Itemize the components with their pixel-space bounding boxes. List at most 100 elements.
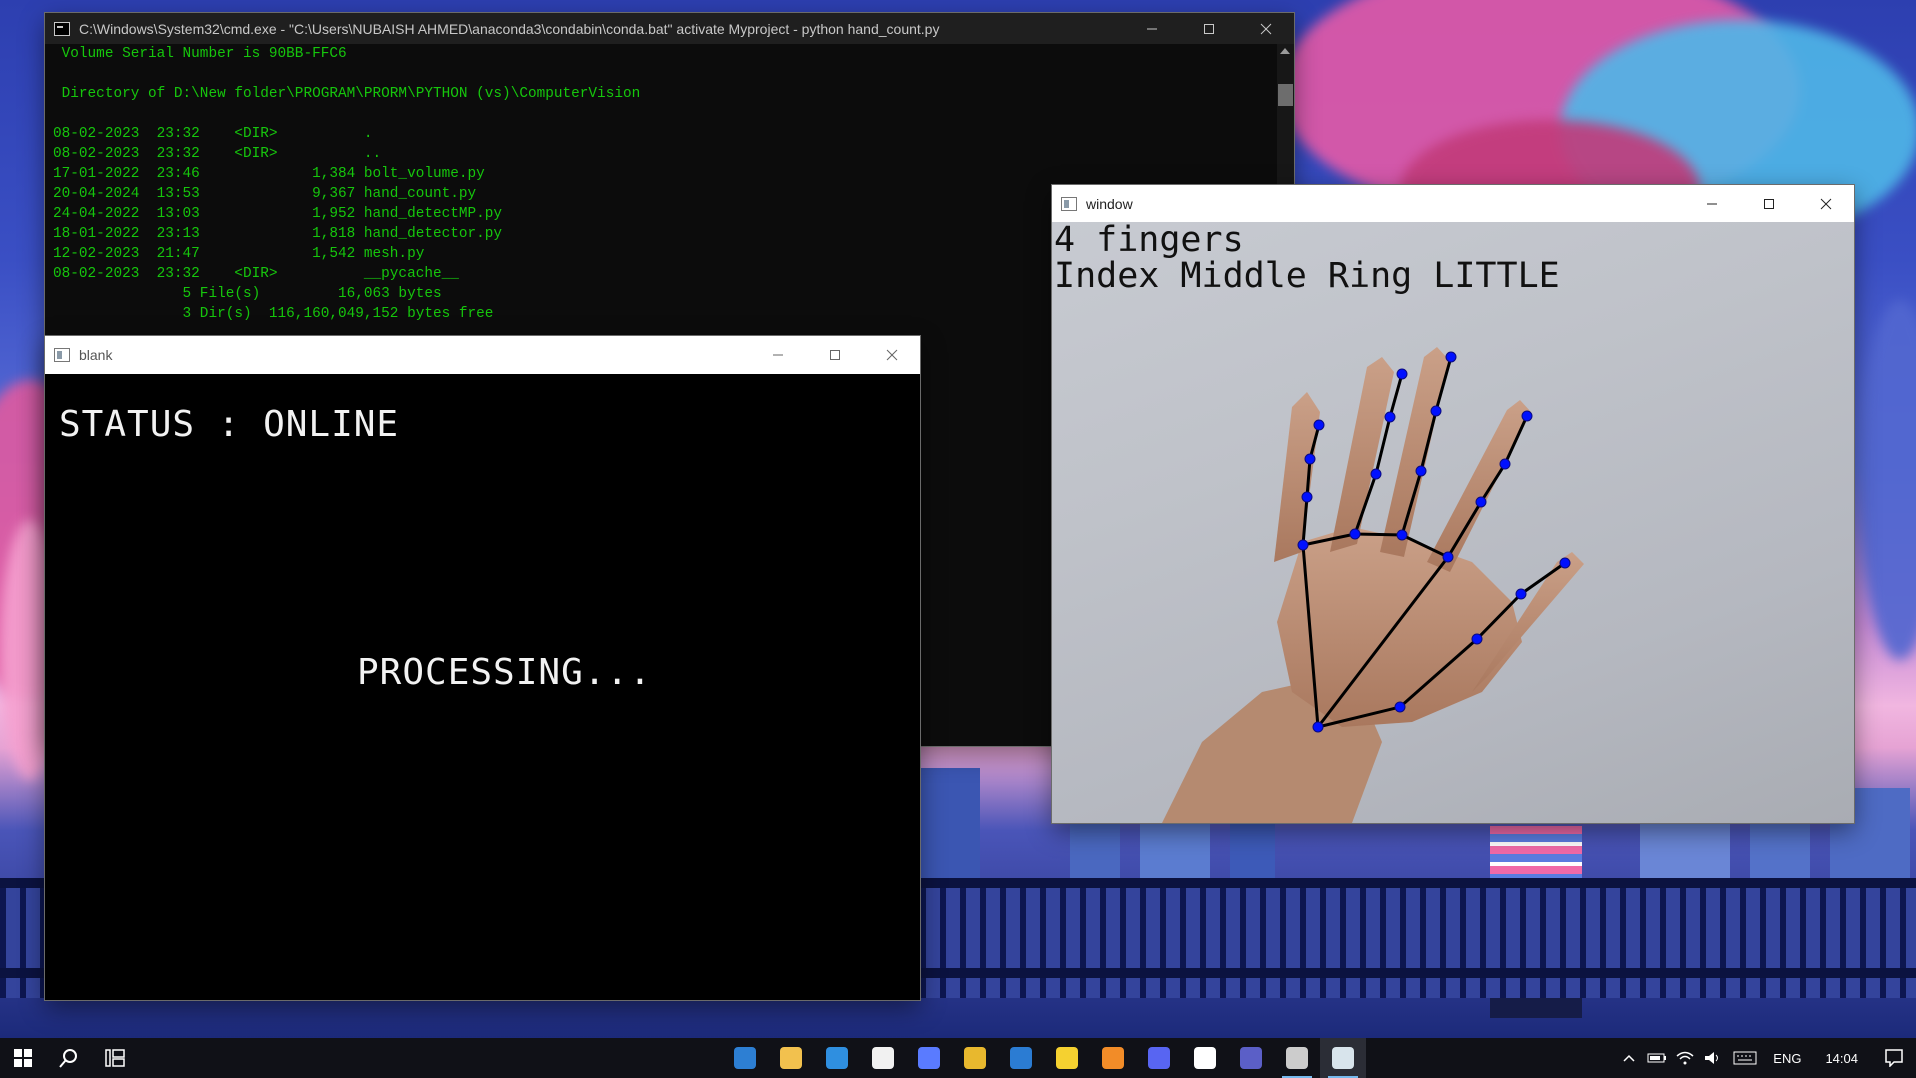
close-button[interactable] bbox=[863, 336, 920, 374]
hand-landmark-point bbox=[1475, 496, 1487, 508]
show-hidden-icons-button[interactable] bbox=[1615, 1038, 1643, 1078]
blank-titlebar[interactable]: blank bbox=[45, 336, 920, 374]
finger-names-text: Index Middle Ring LITTLE bbox=[1054, 256, 1560, 296]
camera-titlebar[interactable]: window bbox=[1052, 185, 1854, 222]
hand-landmark-point bbox=[1430, 405, 1442, 417]
chevron-up-icon bbox=[1623, 1054, 1635, 1062]
maximize-icon bbox=[1763, 198, 1774, 209]
hand-landmark-point bbox=[1313, 419, 1325, 431]
minimize-button[interactable] bbox=[1683, 185, 1740, 222]
close-icon bbox=[886, 349, 897, 361]
minimize-button[interactable] bbox=[1123, 13, 1180, 44]
scroll-up-icon[interactable] bbox=[1280, 48, 1290, 54]
remote-desktop-icon bbox=[734, 1047, 756, 1069]
close-icon bbox=[1260, 23, 1271, 34]
start-button[interactable] bbox=[0, 1038, 46, 1078]
maximize-button[interactable] bbox=[1740, 185, 1797, 222]
chrome-icon bbox=[964, 1047, 986, 1069]
chrome-taskbar-button[interactable] bbox=[952, 1038, 998, 1078]
discord-icon bbox=[1148, 1047, 1170, 1069]
teams-taskbar-button[interactable] bbox=[1228, 1038, 1274, 1078]
search-button[interactable] bbox=[46, 1038, 92, 1078]
battery-icon[interactable] bbox=[1643, 1038, 1671, 1078]
hand-landmark-point bbox=[1301, 491, 1313, 503]
python-window-icon bbox=[1332, 1047, 1354, 1069]
wifi-icon[interactable] bbox=[1671, 1038, 1699, 1078]
mail-icon bbox=[826, 1047, 848, 1069]
hand-landmark-point bbox=[1499, 458, 1511, 470]
hand-landmark-point bbox=[1442, 551, 1454, 563]
xbox-icon bbox=[1194, 1047, 1216, 1069]
notification-icon bbox=[1885, 1049, 1903, 1067]
xbox-taskbar-button[interactable] bbox=[1182, 1038, 1228, 1078]
hand-landmark-point bbox=[1471, 633, 1483, 645]
python-window-icon bbox=[1061, 196, 1077, 211]
command-prompt-taskbar-button[interactable] bbox=[1274, 1038, 1320, 1078]
console-line: 08-02-2023 23:32 <DIR> . bbox=[53, 126, 373, 142]
microsoft-store-icon bbox=[872, 1047, 894, 1069]
console-line: 17-01-2022 23:46 1,384 bolt_volume.py bbox=[53, 166, 485, 182]
photos-taskbar-button[interactable] bbox=[906, 1038, 952, 1078]
console-line: 08-02-2023 23:32 <DIR> .. bbox=[53, 146, 382, 162]
todo-icon bbox=[1010, 1047, 1032, 1069]
maximize-icon bbox=[1203, 23, 1214, 34]
taskbar[interactable]: ENG 14:04 bbox=[0, 1038, 1916, 1078]
python-window-taskbar-button[interactable] bbox=[1320, 1038, 1366, 1078]
command-prompt-titlebar[interactable]: C:\Windows\System32\cmd.exe - "C:\Users\… bbox=[45, 13, 1294, 44]
hand-landmark-point bbox=[1304, 453, 1316, 465]
status-text: STATUS : ONLINE bbox=[59, 404, 400, 445]
todo-taskbar-button[interactable] bbox=[998, 1038, 1044, 1078]
system-tray: ENG 14:04 bbox=[1615, 1038, 1916, 1078]
finger-count-text: 4 fingers bbox=[1054, 222, 1244, 260]
remote-desktop-taskbar-button[interactable] bbox=[722, 1038, 768, 1078]
hand-landmark-point bbox=[1384, 411, 1396, 423]
window-title: blank bbox=[79, 347, 113, 363]
camera-feed: 4 fingers Index Middle Ring LITTLE bbox=[1052, 222, 1854, 823]
keyboard-icon[interactable] bbox=[1727, 1038, 1763, 1078]
blank-canvas: STATUS : ONLINE PROCESSING... bbox=[45, 374, 920, 1000]
console-line: Directory of D:\New folder\PROGRAM\PRORM… bbox=[53, 86, 641, 102]
minimize-icon bbox=[772, 354, 783, 356]
taskbar-apps bbox=[722, 1038, 1366, 1078]
language-indicator[interactable]: ENG bbox=[1763, 1051, 1811, 1066]
window-title: window bbox=[1086, 195, 1133, 212]
volume-icon[interactable] bbox=[1699, 1038, 1727, 1078]
hand-landmark-point bbox=[1396, 529, 1408, 541]
photos-icon bbox=[918, 1047, 940, 1069]
scroll-thumb[interactable] bbox=[1278, 84, 1293, 106]
task-view-icon bbox=[105, 1049, 125, 1067]
discord-taskbar-button[interactable] bbox=[1136, 1038, 1182, 1078]
task-view-button[interactable] bbox=[92, 1038, 138, 1078]
python-window-icon bbox=[54, 348, 70, 362]
command-prompt-icon bbox=[54, 21, 70, 36]
file-explorer-icon bbox=[780, 1047, 802, 1069]
close-button[interactable] bbox=[1237, 13, 1294, 44]
search-tool-taskbar-button[interactable] bbox=[1090, 1038, 1136, 1078]
close-button[interactable] bbox=[1797, 185, 1854, 222]
hand-landmark-point bbox=[1297, 539, 1309, 551]
maximize-button[interactable] bbox=[1180, 13, 1237, 44]
camera-window[interactable]: window 4 fingers Index Middle Ring LITTL… bbox=[1052, 185, 1854, 823]
clock[interactable]: 14:04 bbox=[1811, 1051, 1872, 1066]
microsoft-store-taskbar-button[interactable] bbox=[860, 1038, 906, 1078]
close-icon bbox=[1820, 198, 1831, 209]
blank-window[interactable]: blank STATUS : ONLINE PROCESSING... bbox=[45, 336, 920, 1000]
hand-landmark-point bbox=[1396, 368, 1408, 380]
minimize-button[interactable] bbox=[749, 336, 806, 374]
hand-image bbox=[1162, 347, 1584, 823]
minimize-icon bbox=[1706, 203, 1717, 204]
mail-taskbar-button[interactable] bbox=[814, 1038, 860, 1078]
hand-landmark-point bbox=[1370, 468, 1382, 480]
sticky-notes-taskbar-button[interactable] bbox=[1044, 1038, 1090, 1078]
sticky-notes-icon bbox=[1056, 1047, 1078, 1069]
maximize-button[interactable] bbox=[806, 336, 863, 374]
window-title: C:\Windows\System32\cmd.exe - "C:\Users\… bbox=[79, 20, 940, 37]
notification-center-button[interactable] bbox=[1872, 1038, 1916, 1078]
minimize-icon bbox=[1146, 28, 1157, 29]
hand-landmark-point bbox=[1515, 588, 1527, 600]
windows-logo-icon bbox=[14, 1049, 32, 1067]
hand-landmark-point bbox=[1445, 351, 1457, 363]
file-explorer-taskbar-button[interactable] bbox=[768, 1038, 814, 1078]
